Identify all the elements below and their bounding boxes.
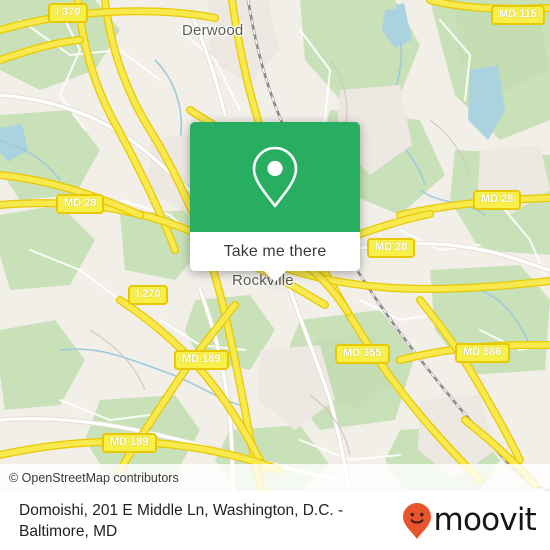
moovit-map-screenshot: .park { fill:#C9E1B8; } .water { fill:#A… xyxy=(0,0,550,550)
road-shield-md-115: MD 115 xyxy=(491,5,545,25)
map-pin-icon xyxy=(252,146,298,208)
footer-bar: Domoishi, 201 E Middle Ln, Washington, D… xyxy=(0,491,550,550)
osm-attribution-text[interactable]: © OpenStreetMap contributors xyxy=(0,471,179,485)
destination-callout-card[interactable]: Take me there xyxy=(190,122,360,282)
road-shield-md-586: MD 586 xyxy=(455,343,510,363)
road-shield-md-189-south: MD 189 xyxy=(102,433,157,453)
road-shield-md-28-west: MD 28 xyxy=(56,194,105,214)
road-shield-md-189-mid: MD 189 xyxy=(174,350,229,370)
moovit-wordmark: moovit xyxy=(433,502,537,538)
road-shield-md-28-east: MD 28 xyxy=(473,190,522,210)
callout-pointer-tail xyxy=(263,270,287,282)
map-canvas[interactable]: .park { fill:#C9E1B8; } .water { fill:#A… xyxy=(0,0,550,491)
road-shield-i-370: I 370 xyxy=(48,3,89,23)
callout-action-area[interactable]: Take me there xyxy=(190,232,360,282)
road-shield-md-355: MD 355 xyxy=(335,344,390,364)
callout-header xyxy=(190,122,360,232)
moovit-logo[interactable]: moovit xyxy=(402,502,537,540)
map-attribution-bar: © OpenStreetMap contributors xyxy=(0,464,550,491)
take-me-there-label: Take me there xyxy=(223,242,327,260)
road-shield-md-28-mid: MD 28 xyxy=(367,238,416,258)
road-shield-i-270: I 270 xyxy=(128,285,169,305)
location-title: Domoishi, 201 E Middle Ln, Washington, D… xyxy=(19,501,344,540)
moovit-smiley-pin-icon xyxy=(402,502,431,539)
map-place-label-derwood: Derwood xyxy=(182,22,244,39)
